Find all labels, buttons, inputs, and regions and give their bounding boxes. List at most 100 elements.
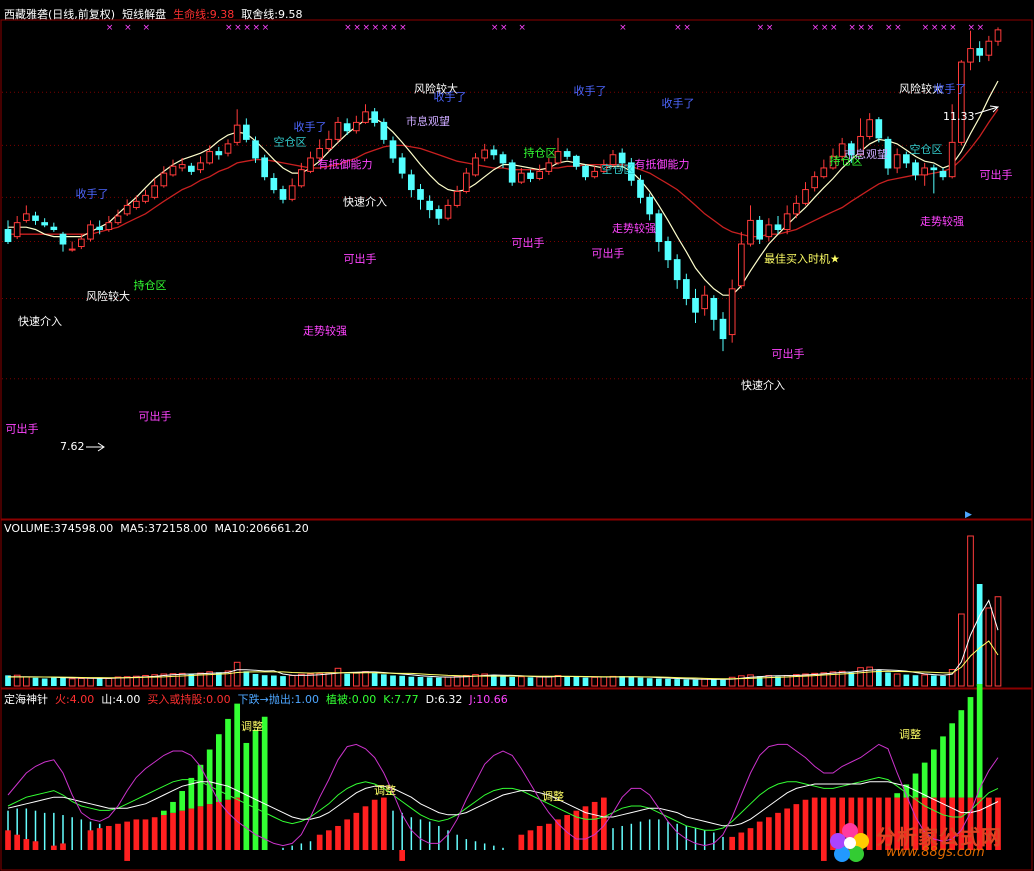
candle-body-down: [563, 151, 571, 157]
volume-bar: [600, 676, 608, 687]
candle-body-down: [407, 174, 415, 191]
volume-bar: [87, 677, 94, 687]
volume-bar: [426, 677, 433, 686]
candle-body-up: [68, 248, 76, 251]
candle-body-up: [481, 149, 489, 159]
indicator-red-bar: [316, 834, 323, 850]
marker-x: ×: [372, 23, 380, 33]
volume-ma10: MA10:206661.20: [214, 522, 309, 535]
indicator-name: 短线解盘: [122, 8, 167, 21]
candle-body-up: [316, 147, 324, 159]
volume-bar: [500, 676, 506, 686]
candle-body-up: [233, 124, 241, 143]
marker-x: ×: [830, 23, 838, 33]
indicator-green-bar: [976, 683, 983, 798]
indicator-label: 调整: [899, 727, 921, 741]
volume-header: VOLUME:374598.00 MA5:372158.00 MA10:206661…: [4, 522, 316, 535]
volume-bar: [453, 675, 461, 687]
indicator-red-bar: [545, 823, 552, 850]
signal-label: 收手了: [294, 120, 327, 134]
candle-body-up: [820, 167, 828, 178]
candle-body-down: [646, 196, 654, 215]
volume-bar: [619, 676, 626, 686]
volume-bar: [921, 674, 929, 687]
marker-x: ×: [381, 23, 389, 33]
indicator-negative-bar: [820, 850, 827, 861]
marker-x: ×: [949, 23, 957, 33]
volume-bar: [261, 675, 268, 686]
volume-bar: [417, 677, 424, 686]
indicator-label: 调整: [241, 719, 263, 733]
candle-body-up: [462, 172, 470, 192]
volume-bar: [655, 678, 662, 686]
volume-bar: [371, 673, 378, 686]
signal-label: 有抵御能力: [318, 157, 373, 171]
marker-x: ×: [766, 23, 774, 33]
indicator-red-bar: [32, 841, 39, 850]
watermark-logo: 分析家公式网 www.88gs.com: [828, 819, 1028, 865]
indicator-green-bar: [949, 723, 956, 798]
candle-body-down: [279, 189, 287, 200]
signal-label: 空仓区: [602, 162, 635, 176]
candle-body-up: [792, 202, 800, 215]
volume-bar: [68, 678, 76, 687]
candle-body-up: [701, 294, 709, 310]
d-value: D:6.32: [425, 693, 463, 706]
signal-label: 收手了: [574, 84, 607, 98]
candle-body-down: [32, 215, 39, 221]
volume-bar: [692, 679, 699, 686]
indicator-red-bar: [380, 797, 387, 850]
candle-body-down: [664, 241, 672, 261]
candle-body-down: [930, 167, 938, 171]
indicator-green-bar: [188, 777, 195, 809]
indicator-red-bar: [591, 801, 598, 850]
indicator-red-bar: [115, 823, 121, 850]
candle-body-up: [114, 215, 122, 224]
indicator-red-bar: [802, 799, 809, 850]
marker-x: ×: [500, 23, 508, 33]
volume-bar: [399, 675, 406, 686]
signal-label: 快速介入: [18, 315, 62, 328]
volume-bar: [976, 584, 983, 686]
indicator-red-bar: [206, 804, 213, 850]
volume-bar: [50, 677, 57, 686]
signal-label: 可出手: [512, 236, 545, 250]
indicator-green-bar: [252, 729, 259, 850]
signal-label: 持仓区: [134, 278, 167, 292]
volume-bar: [334, 667, 342, 687]
candle-body-up: [142, 194, 149, 202]
volume-bar: [885, 672, 891, 686]
candle-body-down: [499, 154, 507, 164]
marker-x: ×: [363, 23, 371, 33]
volume-bar: [967, 535, 974, 687]
indicator-red-bar: [765, 817, 772, 850]
volume-bar: [536, 676, 544, 687]
indicator-green-bar: [170, 801, 176, 813]
candle-body-down: [215, 151, 223, 156]
signal-label: 风险较大: [86, 289, 130, 303]
indicator-red-bar: [362, 806, 369, 850]
indicator-red-bar: [820, 797, 827, 850]
candle-body-up: [737, 243, 745, 287]
candle-body-down: [59, 233, 67, 245]
signal-label: 可出手: [139, 409, 172, 423]
candle-body-down: [692, 297, 699, 313]
indicator-red-bar: [784, 808, 791, 850]
candle-body-up: [444, 204, 452, 219]
candle-body-up: [160, 172, 168, 187]
candle-body-up: [517, 172, 525, 183]
indicator-green-bar: [912, 773, 919, 798]
signal-label: 走势较强: [920, 214, 964, 228]
volume-bar: [435, 677, 442, 686]
indicator-red-bar: [105, 825, 112, 850]
plant-value: 植被:0.00: [326, 693, 377, 706]
candle-body-up: [747, 219, 754, 245]
volume-bar: [737, 675, 745, 687]
candle-body-up: [123, 204, 131, 215]
marker-x: ×: [940, 23, 948, 33]
indicator-red-bar: [371, 799, 378, 850]
candle-body-down: [572, 155, 580, 167]
marker-x: ×: [821, 23, 829, 33]
indicator-green-bar: [940, 736, 946, 798]
candle-body-up: [948, 141, 956, 178]
